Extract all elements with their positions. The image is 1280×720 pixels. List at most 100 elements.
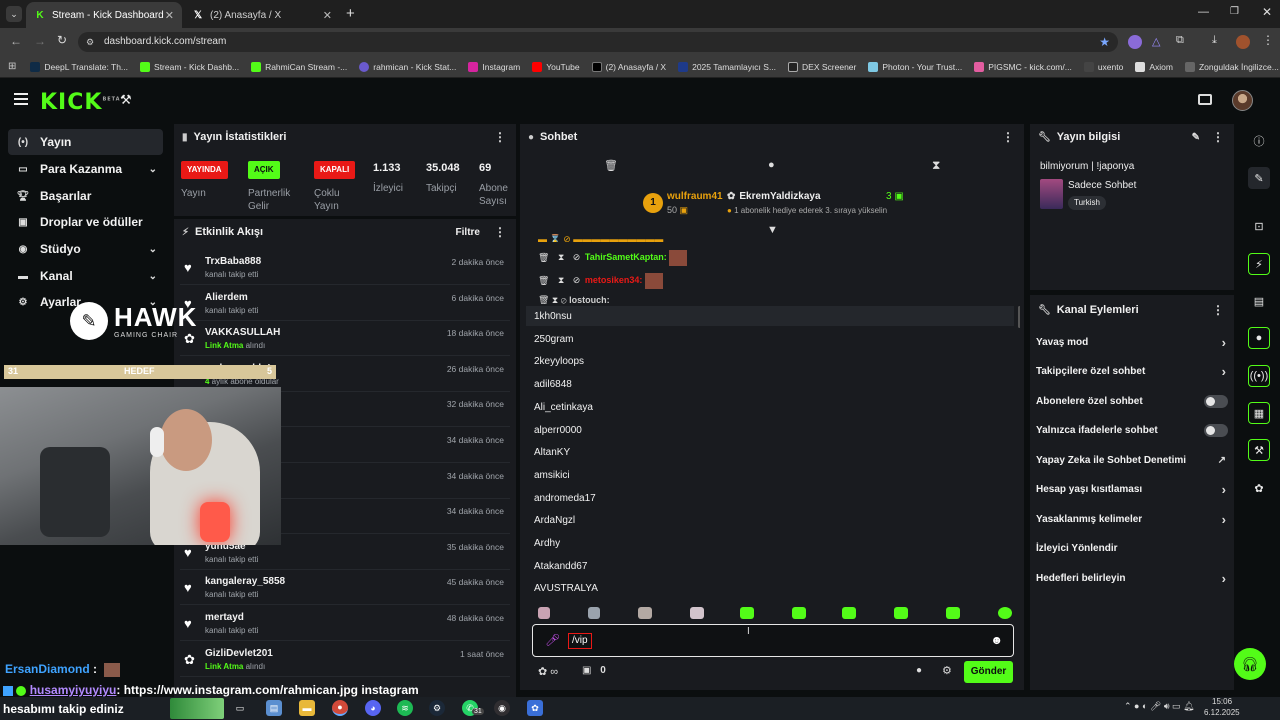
trash-icon[interactable]: 🗑︎ <box>604 159 618 172</box>
minimize-icon[interactable]: — <box>1198 6 1209 18</box>
gift-footer[interactable]: ▣ 0 <box>582 665 606 676</box>
bookmark-uxento[interactable]: uxento <box>1083 61 1123 72</box>
sidebar-item-para-kazanma[interactable]: ▭ Para Kazanma ⌄ <box>8 156 163 182</box>
more-options-icon[interactable]: ⋮ <box>1212 130 1224 144</box>
points-icon[interactable]: ✿ <box>1248 477 1270 499</box>
more-options-icon[interactable]: ⋮ <box>1212 303 1224 317</box>
obs-icon[interactable]: ◉ <box>494 700 510 716</box>
suggestion-item[interactable]: Ali_cetinkaya <box>534 402 593 413</box>
chat-input-value[interactable]: /vip <box>568 633 592 649</box>
clock-date[interactable]: 6.12.2025 <box>1204 708 1240 717</box>
file-manager-icon[interactable]: ▤ <box>266 700 282 716</box>
bookmark-photon[interactable]: Photon - Your Trust... <box>868 61 962 72</box>
channel-action-item[interactable]: Yasaklanmış kelimeler › <box>1036 509 1230 529</box>
extensions-puzzle-icon[interactable]: ⧉ <box>1176 34 1184 47</box>
lightning-icon[interactable]: ⚡︎ <box>1248 253 1270 275</box>
edit-icon[interactable]: ✎ <box>1192 132 1200 143</box>
tab-kick-dashboard[interactable]: K Stream - Kick Dashboard ✕ <box>26 2 182 28</box>
support-headset-button[interactable]: 🎧︎ <box>1234 648 1266 680</box>
channel-action-item[interactable]: İzleyici Yönlendir <box>1036 539 1230 559</box>
tools-icon[interactable]: ⚒ <box>1248 439 1270 461</box>
chevron-right-icon[interactable]: › <box>1222 482 1226 497</box>
suggestion-item[interactable]: 1kh0nsu <box>534 311 572 322</box>
toggle-switch[interactable] <box>1204 424 1228 437</box>
channel-action-item[interactable]: Abonelere özel sohbet <box>1036 391 1230 411</box>
bookmark-instagram[interactable]: Instagram <box>468 61 520 72</box>
chat-users-icon[interactable]: ● <box>916 665 922 676</box>
sidebar-item-yayin[interactable]: (•) Yayın <box>8 129 163 155</box>
trash-icon[interactable]: 🗑︎ <box>538 275 549 285</box>
emote-icon[interactable] <box>998 607 1012 619</box>
channel-action-item[interactable]: Takipçilere özel sohbet › <box>1036 362 1230 382</box>
user-avatar[interactable] <box>1232 90 1253 111</box>
hourglass-icon[interactable]: ⧗ <box>932 158 940 173</box>
emote-icon[interactable] <box>792 607 806 619</box>
chevron-right-icon[interactable]: › <box>1222 512 1226 527</box>
chevron-right-icon[interactable]: › <box>1222 364 1226 379</box>
sidebar-item-basarilar[interactable]: 🏆︎ Başarılar <box>8 183 163 209</box>
emote-icon[interactable] <box>946 607 960 619</box>
close-window-icon[interactable]: ✕ <box>1262 5 1272 19</box>
emote-icon[interactable] <box>842 607 856 619</box>
storage-icon[interactable]: ▦ <box>1248 402 1270 424</box>
info-icon[interactable]: ⓘ <box>1248 130 1270 152</box>
channel-action-item[interactable]: Hesap yaşı kısıtlaması › <box>1036 480 1230 500</box>
url-input[interactable]: ⚙ dashboard.kick.com/stream ★ <box>78 32 1118 52</box>
emote-icon[interactable] <box>638 607 652 619</box>
close-tab-icon[interactable]: ✕ <box>165 9 174 22</box>
suggestion-item[interactable]: Ardhy <box>534 538 560 549</box>
suggestion-item[interactable]: Atakandd67 <box>534 561 587 572</box>
chat-input-box[interactable]: 🎤︎ /vip ☻ <box>532 624 1014 657</box>
steam-icon[interactable]: ⚙ <box>429 700 445 716</box>
extension-icon[interactable]: △ <box>1152 35 1160 48</box>
suggestion-item[interactable]: 250gram <box>534 334 573 345</box>
chat-settings-icon[interactable]: ⚙ <box>942 664 952 677</box>
bookmark-x[interactable]: (2) Anasayfa / X <box>591 61 666 72</box>
pencil-icon[interactable]: ✎ <box>1248 167 1270 189</box>
more-options-icon[interactable]: ⋮ <box>1002 130 1014 144</box>
more-options-icon[interactable]: ⋮ <box>494 225 506 239</box>
bookmark-deepl[interactable]: DeepL Translate: Th... <box>30 61 128 72</box>
emoji-icon[interactable]: ☻ <box>990 633 1003 647</box>
ban-icon[interactable]: ⊘ <box>573 275 581 285</box>
close-tab-icon[interactable]: ✕ <box>323 9 332 22</box>
apps-grid-icon[interactable]: ⊞ <box>8 61 16 72</box>
sidebar-item-studyo[interactable]: ◉ Stüdyo ⌄ <box>8 236 163 262</box>
channel-action-item[interactable]: Hedefleri belirleyin › <box>1036 568 1230 588</box>
kick-logo[interactable]: KICKBETA <box>40 90 121 115</box>
external-link-icon[interactable]: ↗ <box>1218 455 1226 466</box>
suggestion-item[interactable]: adil6848 <box>534 379 572 390</box>
filter-button[interactable]: Filtre <box>456 227 480 238</box>
microphone-icon[interactable]: 🎤︎ <box>545 633 560 647</box>
sidebar-item-droplar[interactable]: ▣ Droplar ve ödüller <box>8 209 163 235</box>
scrollbar[interactable] <box>1018 306 1020 328</box>
bookmark-zonguldak[interactable]: Zonguldak İngilizce... <box>1184 61 1279 72</box>
sidebar-item-kanal[interactable]: ▬ Kanal ⌄ <box>8 263 163 289</box>
more-options-icon[interactable]: ⋮ <box>494 130 506 144</box>
emote-icon[interactable] <box>894 607 908 619</box>
document-icon[interactable]: ▤ <box>1248 290 1270 312</box>
suggestion-item[interactable]: 2keyyloops <box>534 356 584 367</box>
channel-points-icon[interactable]: ✿ ∞ <box>538 665 558 678</box>
emote-icon[interactable] <box>538 607 550 619</box>
suggestion-item[interactable]: ArdaNgzl <box>534 515 575 526</box>
folder-icon[interactable]: ▬ <box>299 700 315 716</box>
forward-icon[interactable]: → <box>34 34 46 48</box>
suggestion-item[interactable]: AltanKY <box>534 447 570 458</box>
suggestion-item[interactable]: andromeda17 <box>534 493 596 504</box>
bookmark-kick-dashboard[interactable]: Stream - Kick Dashb... <box>140 61 239 72</box>
new-tab-button[interactable]: + <box>346 5 355 22</box>
emote-icon[interactable] <box>588 607 600 619</box>
suggestion-item[interactable]: amsikici <box>534 470 570 481</box>
app-icon[interactable]: ✿ <box>527 700 543 716</box>
send-button[interactable]: Gönder <box>964 661 1013 683</box>
bookmark-youtube[interactable]: YouTube <box>532 61 580 72</box>
trash-icon[interactable]: 🗑︎ <box>538 252 549 262</box>
suggestion-item[interactable]: alperr0000 <box>534 425 582 436</box>
chat-rail-icon[interactable]: ● <box>1248 327 1270 349</box>
browser-menu-icon[interactable]: ⋮ <box>1262 33 1274 47</box>
task-view-icon[interactable]: ▭ <box>232 700 248 716</box>
channel-action-item[interactable]: Yalnızca ifadelerle sohbet <box>1036 421 1230 441</box>
bookmark-pigsmc[interactable]: PIGSMC - kick.com/... <box>974 61 1072 72</box>
hamburger-menu-icon[interactable] <box>14 93 28 105</box>
